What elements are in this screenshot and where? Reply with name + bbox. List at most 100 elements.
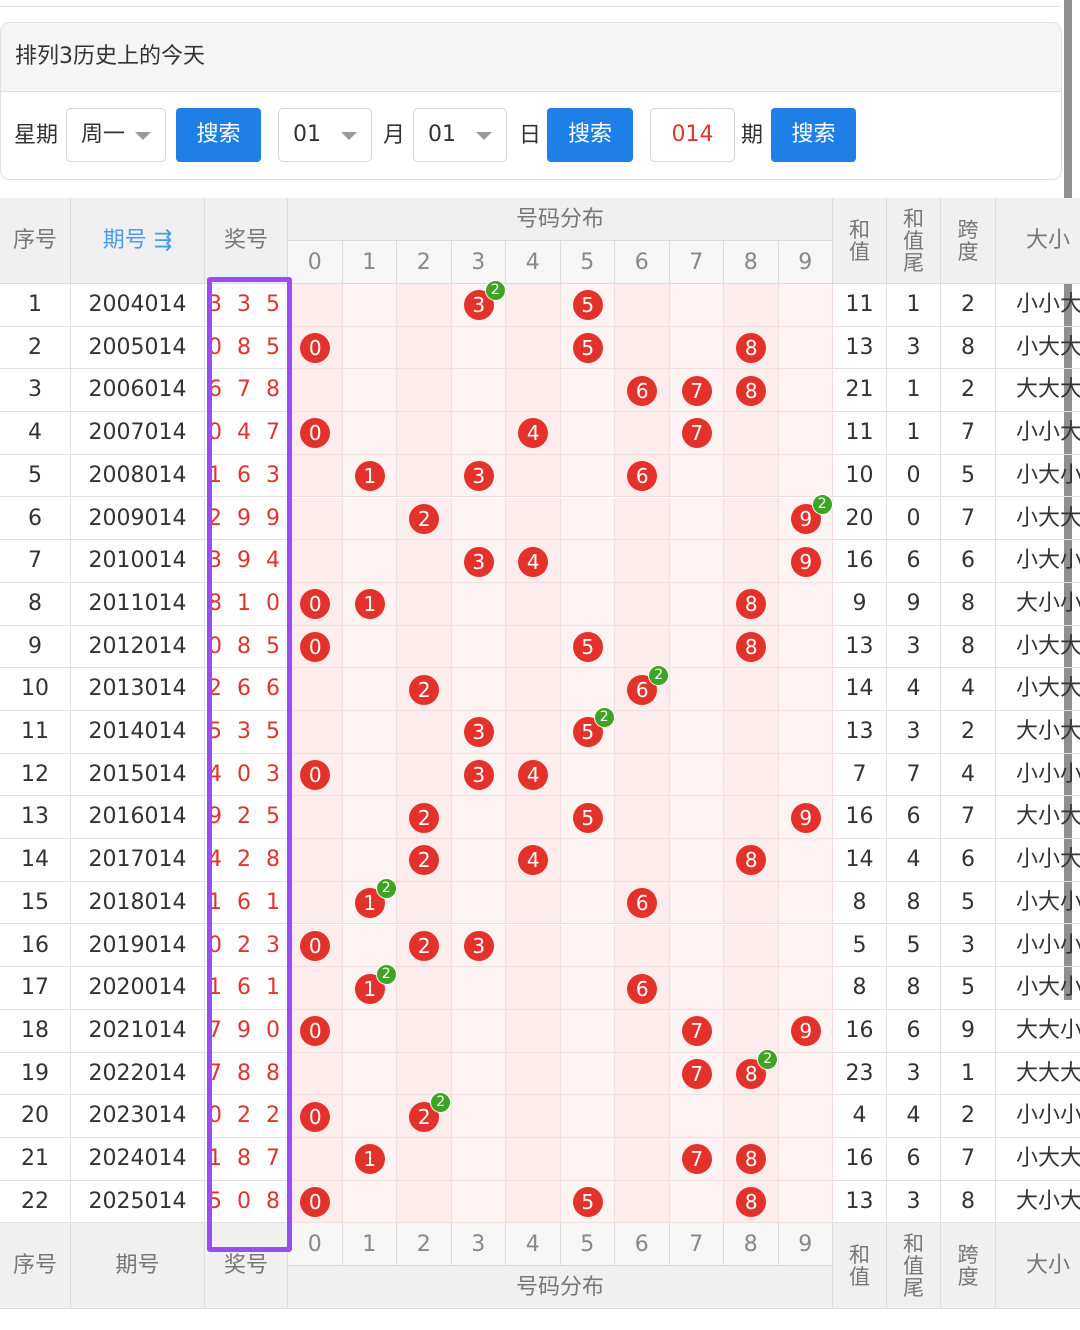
row-sum: 5: [833, 924, 887, 968]
number-ball: 7: [681, 1016, 712, 1047]
row-prize: 3 3 5: [205, 284, 288, 327]
dist-cell: [451, 967, 506, 1010]
row-sum: 11: [833, 284, 887, 327]
dist-cell: [615, 1180, 670, 1224]
weekday-select[interactable]: 周一: [66, 108, 166, 162]
dist-cell: [669, 881, 724, 925]
row-size: 小大大: [996, 626, 1080, 669]
dist-cell: [342, 753, 397, 797]
issue-input[interactable]: 014: [650, 108, 735, 162]
dist-cell: [778, 454, 833, 498]
number-ball: 9: [790, 802, 821, 833]
number-ball: 1: [354, 589, 385, 620]
dist-cell: [778, 1180, 833, 1224]
dist-cell: [778, 326, 833, 370]
dist-cell: [778, 711, 833, 754]
row-issue: 2006014: [71, 369, 205, 413]
footer-digit-4: 4: [506, 1223, 561, 1267]
dist-cell: [506, 1138, 561, 1181]
row-sum-tail: 0: [887, 454, 941, 498]
dist-cell: [288, 454, 343, 498]
row-issue: 2005014: [71, 326, 205, 370]
header-seq: 序号: [0, 198, 71, 284]
dist-cell: [560, 412, 615, 455]
dist-cell: [669, 497, 724, 541]
row-prize: 1 6 3: [205, 454, 288, 498]
day-select[interactable]: 01: [413, 108, 507, 162]
header-digit-4: 4: [506, 241, 561, 284]
dist-cell: [288, 540, 343, 583]
row-seq: 20: [0, 1095, 71, 1138]
dist-cell: [615, 1009, 670, 1053]
number-ball: 7: [681, 1058, 712, 1089]
dist-cell: [778, 753, 833, 797]
row-seq: 6: [0, 497, 71, 541]
number-ball: 0: [300, 930, 331, 961]
row-seq: 5: [0, 454, 71, 498]
weekday-search-button[interactable]: 搜索: [176, 108, 261, 162]
row-prize: 0 8 5: [205, 326, 288, 370]
dist-cell: [560, 540, 615, 583]
row-sum: 14: [833, 668, 887, 711]
dist-cell: [342, 839, 397, 882]
header-issue[interactable]: 期号 ⇶: [71, 198, 205, 284]
dist-cell: [342, 796, 397, 840]
dist-cell: [560, 369, 615, 413]
dist-cell: [724, 924, 779, 968]
number-ball: 2: [409, 802, 440, 833]
dist-cell: [451, 839, 506, 882]
dist-cell: [288, 839, 343, 882]
dist-cell: [342, 668, 397, 711]
dist-cell: [615, 284, 670, 327]
issue-search-button[interactable]: 搜索: [771, 108, 856, 162]
row-prize: 7 8 8: [205, 1052, 288, 1096]
dist-cell: [778, 625, 833, 669]
row-sum-tail: 7: [887, 753, 941, 797]
row-issue: 2012014: [71, 625, 205, 669]
row-issue: 2023014: [71, 1095, 205, 1138]
dist-cell: [724, 711, 779, 754]
row-prize: 7 9 0: [205, 1009, 288, 1053]
header-digit-1: 1: [342, 241, 397, 284]
row-sum-tail: 3: [887, 625, 941, 669]
number-ball: 8: [736, 375, 767, 406]
date-search-button[interactable]: 搜索: [547, 108, 633, 162]
day-label: 日: [519, 123, 542, 148]
dist-cell: [506, 668, 561, 711]
row-issue: 2022014: [71, 1052, 205, 1096]
dist-cell: [669, 924, 724, 968]
row-sum: 21: [833, 369, 887, 413]
number-ball: 7: [681, 375, 712, 406]
row-span: 7: [941, 412, 996, 455]
dist-cell: [451, 1095, 506, 1138]
header-span: 跨度: [941, 198, 996, 284]
dist-cell: [669, 1180, 724, 1224]
row-sum-tail: 4: [887, 668, 941, 711]
dist-cell: [615, 1052, 670, 1096]
number-ball: 2: [409, 674, 440, 705]
dist-cell: [342, 369, 397, 413]
dist-cell: [342, 625, 397, 669]
row-span: 5: [941, 881, 996, 925]
repeat-count-badge: 2: [593, 707, 615, 729]
sort-icon[interactable]: ⇶: [147, 228, 172, 253]
dist-cell: [451, 497, 506, 541]
row-seq: 7: [0, 540, 71, 583]
month-select[interactable]: 01: [278, 108, 372, 162]
dist-cell: [397, 540, 452, 583]
dist-cell: [451, 625, 506, 669]
row-span: 8: [941, 582, 996, 626]
dist-cell: [669, 625, 724, 669]
dist-cell: [724, 497, 779, 541]
dist-cell: [506, 967, 561, 1010]
number-ball: 6: [627, 375, 658, 406]
row-seq: 9: [0, 625, 71, 669]
dist-cell: [397, 1052, 452, 1096]
dist-cell: [451, 412, 506, 455]
row-sum-tail: 8: [887, 881, 941, 925]
footer-sum-tail: 和值尾: [887, 1223, 941, 1310]
number-ball: 7: [681, 418, 712, 449]
dist-cell: [397, 753, 452, 797]
dist-cell: [669, 668, 724, 711]
dist-cell: [724, 1009, 779, 1053]
